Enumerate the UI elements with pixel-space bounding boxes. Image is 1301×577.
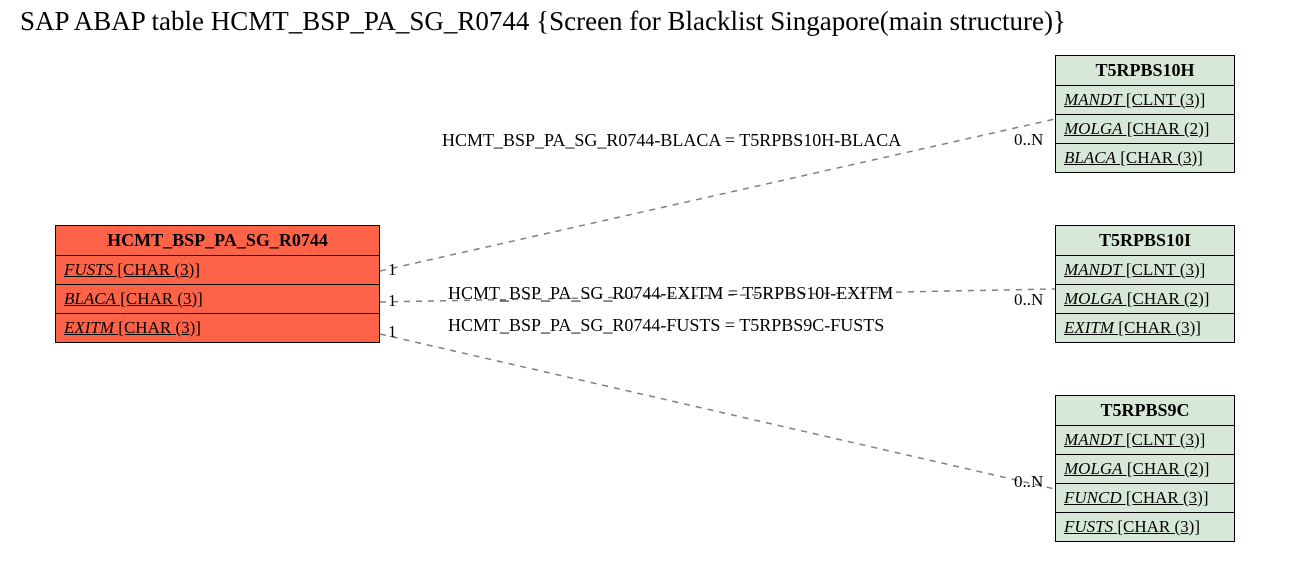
ref-table-0-type: [CHAR (2)] bbox=[1123, 119, 1210, 138]
main-table-type: [CHAR (3)] bbox=[113, 260, 200, 279]
ref-table-2-row: MOLGA [CHAR (2)] bbox=[1056, 455, 1234, 484]
ref-table-1-type: [CHAR (2)] bbox=[1123, 289, 1210, 308]
ref-table-1-row: EXITM [CHAR (3)] bbox=[1056, 314, 1234, 342]
ref-table-1-type: [CLNT (3)] bbox=[1122, 260, 1206, 279]
ref-table-1-field: MOLGA bbox=[1064, 289, 1123, 308]
ref-table-2-type: [CLNT (3)] bbox=[1122, 430, 1206, 449]
main-table-row: FUSTS [CHAR (3)] bbox=[56, 256, 379, 285]
ref-table-1-row: MANDT [CLNT (3)] bbox=[1056, 256, 1234, 285]
ref-table-2-row: FUNCD [CHAR (3)] bbox=[1056, 484, 1234, 513]
main-table-type: [CHAR (3)] bbox=[114, 318, 201, 337]
card-left-2: 1 bbox=[388, 322, 397, 342]
ref-table-2-field: FUSTS bbox=[1064, 517, 1113, 536]
card-right-2: 0..N bbox=[1014, 472, 1043, 492]
ref-table-2: T5RPBS9C MANDT [CLNT (3)]MOLGA [CHAR (2)… bbox=[1055, 395, 1235, 542]
ref-table-0-field: MOLGA bbox=[1064, 119, 1123, 138]
ref-table-0-header: T5RPBS10H bbox=[1056, 56, 1234, 86]
ref-table-0-row: MOLGA [CHAR (2)] bbox=[1056, 115, 1234, 144]
ref-table-0-row: MANDT [CLNT (3)] bbox=[1056, 86, 1234, 115]
main-table-row: EXITM [CHAR (3)] bbox=[56, 314, 379, 342]
ref-table-2-field: MOLGA bbox=[1064, 459, 1123, 478]
ref-table-2-field: MANDT bbox=[1064, 430, 1122, 449]
ref-table-1-type: [CHAR (3)] bbox=[1114, 318, 1201, 337]
ref-table-0-field: BLACA bbox=[1064, 148, 1116, 167]
card-right-1: 0..N bbox=[1014, 290, 1043, 310]
main-table-field: FUSTS bbox=[64, 260, 113, 279]
relation-label-2: HCMT_BSP_PA_SG_R0744-FUSTS = T5RPBS9C-FU… bbox=[448, 315, 884, 336]
ref-table-2-field: FUNCD bbox=[1064, 488, 1122, 507]
ref-table-0-type: [CHAR (3)] bbox=[1116, 148, 1203, 167]
main-table-header: HCMT_BSP_PA_SG_R0744 bbox=[56, 226, 379, 256]
ref-table-2-type: [CHAR (3)] bbox=[1122, 488, 1209, 507]
ref-table-2-header: T5RPBS9C bbox=[1056, 396, 1234, 426]
ref-table-0-field: MANDT bbox=[1064, 90, 1122, 109]
main-table: HCMT_BSP_PA_SG_R0744 FUSTS [CHAR (3)]BLA… bbox=[55, 225, 380, 343]
card-left-0: 1 bbox=[388, 260, 397, 280]
relation-label-1: HCMT_BSP_PA_SG_R0744-EXITM = T5RPBS10I-E… bbox=[448, 283, 893, 304]
page-title: SAP ABAP table HCMT_BSP_PA_SG_R0744 {Scr… bbox=[20, 6, 1066, 37]
ref-table-1-field: MANDT bbox=[1064, 260, 1122, 279]
main-table-row: BLACA [CHAR (3)] bbox=[56, 285, 379, 314]
main-table-field: EXITM bbox=[64, 318, 114, 337]
ref-table-2-type: [CHAR (2)] bbox=[1123, 459, 1210, 478]
ref-table-0-row: BLACA [CHAR (3)] bbox=[1056, 144, 1234, 172]
card-right-0: 0..N bbox=[1014, 130, 1043, 150]
ref-table-2-type: [CHAR (3)] bbox=[1113, 517, 1200, 536]
main-table-type: [CHAR (3)] bbox=[116, 289, 203, 308]
ref-table-0-type: [CLNT (3)] bbox=[1122, 90, 1206, 109]
main-table-field: BLACA bbox=[64, 289, 116, 308]
ref-table-1-header: T5RPBS10I bbox=[1056, 226, 1234, 256]
ref-table-1-row: MOLGA [CHAR (2)] bbox=[1056, 285, 1234, 314]
ref-table-0: T5RPBS10H MANDT [CLNT (3)]MOLGA [CHAR (2… bbox=[1055, 55, 1235, 173]
relation-label-0: HCMT_BSP_PA_SG_R0744-BLACA = T5RPBS10H-B… bbox=[442, 130, 901, 151]
ref-table-1-field: EXITM bbox=[1064, 318, 1114, 337]
ref-table-2-row: FUSTS [CHAR (3)] bbox=[1056, 513, 1234, 541]
ref-table-1: T5RPBS10I MANDT [CLNT (3)]MOLGA [CHAR (2… bbox=[1055, 225, 1235, 343]
ref-table-2-row: MANDT [CLNT (3)] bbox=[1056, 426, 1234, 455]
card-left-1: 1 bbox=[388, 291, 397, 311]
